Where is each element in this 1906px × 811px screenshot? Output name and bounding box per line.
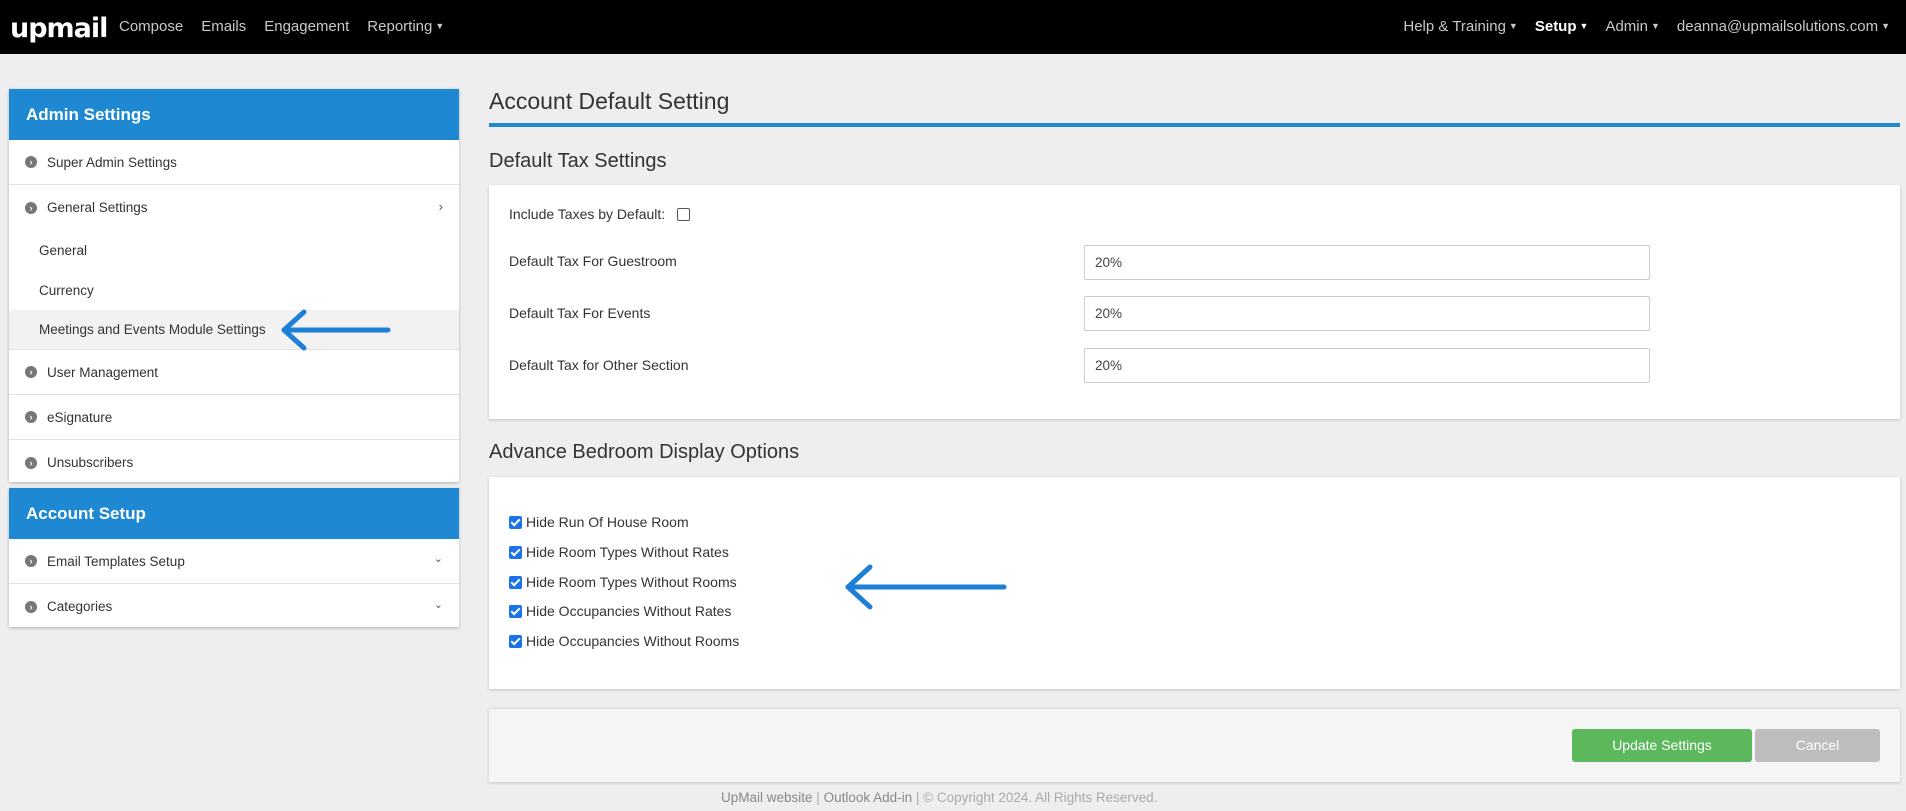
checkbox-checked[interactable] (509, 545, 522, 559)
title-divider (489, 123, 1900, 127)
chevron-circle-icon: › (25, 600, 37, 613)
option-row[interactable]: Hide Occupancies Without Rates (509, 603, 731, 619)
annotation-arrow-left (845, 564, 1007, 610)
caret-down-icon: ▼ (435, 21, 445, 31)
sidebar-item-super-admin[interactable]: › Super Admin Settings (9, 140, 459, 185)
tax-section-title: Default Tax Settings (489, 150, 667, 172)
nav-admin-label: Admin (1605, 18, 1648, 35)
nav-reporting[interactable]: Reporting ▼ (367, 18, 444, 35)
sidebar-subitem-currency[interactable]: Currency (9, 270, 459, 310)
account-setup-panel: Account Setup › Email Templates Setup ⌄ … (9, 488, 459, 627)
sidebar-item-label: General Settings (47, 200, 148, 215)
nav-emails[interactable]: Emails (201, 18, 246, 35)
upmail-website-link[interactable]: UpMail website (721, 790, 813, 805)
other-tax-label: Default Tax for Other Section (509, 357, 689, 373)
bedroom-options-card: Hide Run Of House Room Hide Room Types W… (489, 477, 1900, 689)
checkbox-checked[interactable] (509, 604, 522, 618)
option-row[interactable]: Hide Occupancies Without Rooms (509, 633, 739, 649)
sidebar-item-general-settings[interactable]: › General Settings › (9, 185, 459, 230)
chevron-circle-icon: › (25, 201, 37, 214)
events-tax-input[interactable] (1084, 296, 1650, 331)
top-navbar: upmail Compose Emails Engagement Reporti… (0, 0, 1906, 54)
other-tax-input[interactable] (1084, 348, 1650, 383)
chevron-circle-icon: › (25, 555, 37, 567)
nav-reporting-label: Reporting (367, 18, 433, 35)
sidebar-item-user-management[interactable]: › User Management (9, 350, 459, 395)
option-label: Hide Occupancies Without Rates (526, 603, 732, 619)
cancel-button[interactable]: Cancel (1755, 729, 1880, 762)
checkbox-checked[interactable] (509, 634, 522, 648)
nav-compose[interactable]: Compose (119, 18, 183, 35)
main-nav: Compose Emails Engagement Reporting ▼ (119, 18, 462, 35)
nav-setup-label: Setup (1534, 18, 1577, 35)
chevron-down-icon: ⌄ (433, 553, 443, 565)
sidebar-item-esignature[interactable]: › eSignature (9, 395, 459, 440)
bedroom-section-title: Advance Bedroom Display Options (489, 441, 800, 463)
nav-help-training[interactable]: Help & Training ▼ (1403, 18, 1517, 35)
chevron-right-icon: › (438, 198, 443, 214)
sidebar-item-label: Email Templates Setup (47, 553, 185, 569)
guestroom-tax-label: Default Tax For Guestroom (509, 253, 677, 269)
option-label: Hide Room Types Without Rooms (526, 574, 737, 590)
checkbox-checked[interactable] (509, 575, 522, 589)
annotation-arrow-left (281, 309, 391, 351)
guestroom-tax-input[interactable] (1084, 245, 1650, 280)
option-label: Hide Run Of House Room (526, 514, 689, 530)
user-email: deanna@upmailsolutions.com (1676, 18, 1879, 35)
footer-separator: | (812, 790, 824, 805)
nav-user-account[interactable]: deanna@upmailsolutions.com ▼ (1677, 18, 1890, 35)
option-row[interactable]: Hide Room Types Without Rooms (509, 574, 737, 590)
events-tax-label: Default Tax For Events (509, 305, 651, 321)
copyright-text: | © Copyright 2024. All Rights Reserved. (912, 790, 1158, 805)
sidebar-item-email-templates[interactable]: › Email Templates Setup ⌄ (9, 539, 459, 584)
sidebar-item-label: Super Admin Settings (47, 154, 177, 170)
nav-engagement[interactable]: Engagement (264, 18, 349, 35)
sidebar-item-unsubscribers[interactable]: › Unsubscribers (9, 440, 459, 485)
account-setup-header: Account Setup (9, 488, 459, 539)
sidebar-item-label: Categories (47, 599, 113, 614)
caret-down-icon: ▼ (1650, 21, 1660, 31)
sidebar-subitem-general[interactable]: General (9, 230, 459, 270)
nav-setup[interactable]: Setup ▼ (1535, 18, 1589, 35)
chevron-circle-icon: › (25, 456, 37, 469)
page-footer: UpMail website | Outlook Add-in | © Copy… (721, 790, 1157, 805)
option-label: Hide Room Types Without Rates (526, 544, 729, 560)
page-title: Account Default Setting (489, 88, 730, 114)
admin-settings-header: Admin Settings (9, 89, 459, 140)
option-label: Hide Occupancies Without Rooms (526, 633, 740, 649)
checkbox-checked[interactable] (509, 515, 522, 529)
chevron-circle-icon: › (25, 156, 37, 168)
include-taxes-label: Include Taxes by Default: (509, 206, 666, 222)
chevron-down-icon: ⌄ (433, 598, 443, 611)
sidebar-item-label: eSignature (47, 409, 113, 425)
nav-help-label: Help & Training (1403, 18, 1506, 35)
chevron-circle-icon: › (25, 411, 37, 423)
sidebar-item-label: Unsubscribers (47, 455, 134, 470)
option-row[interactable]: Hide Room Types Without Rates (509, 544, 729, 560)
upmail-logo[interactable]: upmail (10, 13, 108, 44)
caret-down-icon: ▼ (1508, 21, 1518, 31)
update-settings-button[interactable]: Update Settings (1572, 729, 1752, 762)
outlook-addin-link[interactable]: Outlook Add-in (824, 790, 913, 805)
caret-down-icon: ▼ (1881, 21, 1890, 31)
admin-settings-panel: Admin Settings › Super Admin Settings › … (9, 89, 459, 482)
sidebar-item-label: User Management (47, 364, 159, 380)
form-actions: Update Settings Cancel (489, 708, 1900, 782)
nav-admin[interactable]: Admin ▼ (1605, 18, 1659, 35)
chevron-circle-icon: › (25, 366, 37, 378)
option-row[interactable]: Hide Run Of House Room (509, 514, 689, 530)
sidebar-item-categories[interactable]: › Categories ⌄ (9, 584, 459, 629)
caret-down-icon: ▼ (1579, 21, 1589, 31)
tax-settings-card: Include Taxes by Default: Default Tax Fo… (489, 185, 1900, 419)
include-taxes-checkbox[interactable] (677, 208, 691, 221)
include-taxes-row: Include Taxes by Default: (509, 206, 691, 222)
user-nav: Help & Training ▼ Setup ▼ Admin ▼ deanna@up… (1386, 18, 1890, 35)
